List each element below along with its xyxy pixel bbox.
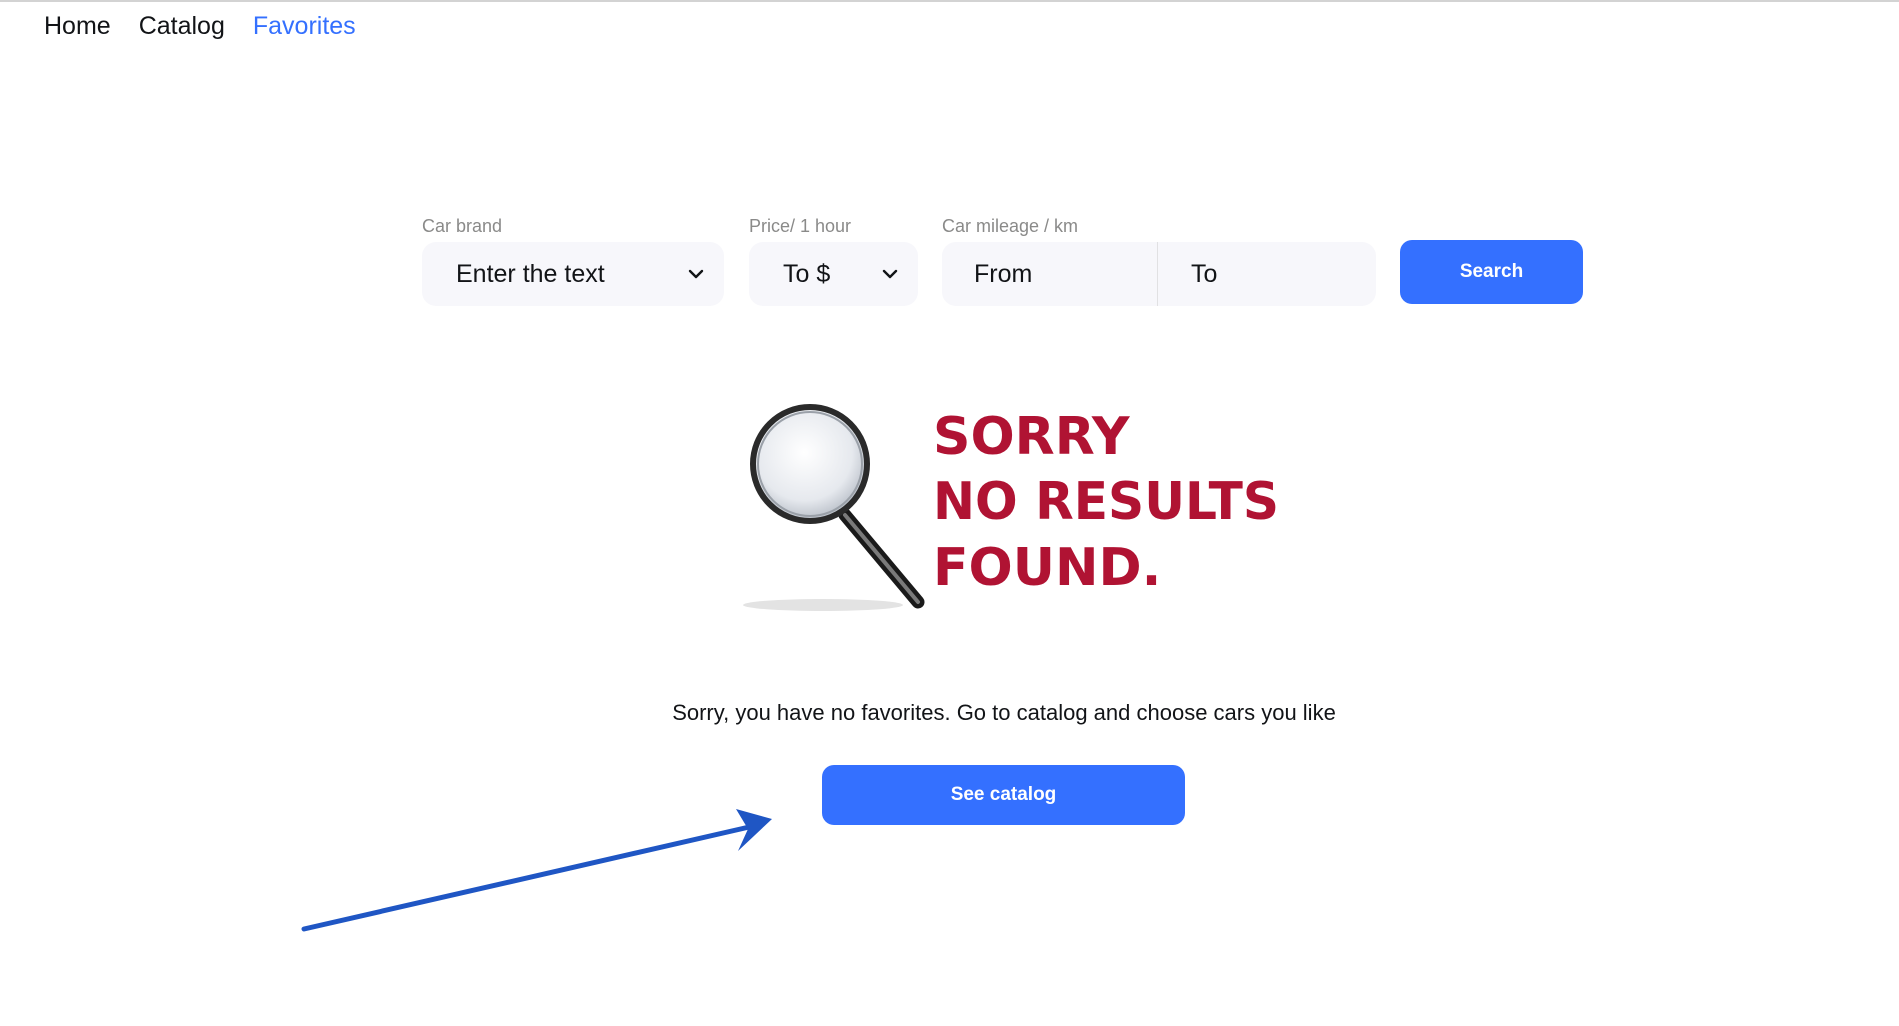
brand-label: Car brand <box>422 216 503 236</box>
mileage-range: From To <box>942 242 1376 306</box>
brand-select[interactable]: Enter the text <box>422 242 724 306</box>
search-button[interactable]: Search <box>1400 240 1583 304</box>
no-results-text: NO RESULTS <box>933 472 1279 532</box>
nav-catalog-link[interactable]: Catalog <box>139 12 225 41</box>
mileage-label: Car mileage / km <box>942 216 1079 236</box>
chevron-down-icon <box>882 269 898 279</box>
arrow-annotation-icon <box>301 809 772 932</box>
top-border <box>0 0 1899 2</box>
see-catalog-button[interactable]: See catalog <box>822 765 1185 825</box>
no-results-image: SORRY NO RESULTS FOUND. <box>743 404 1279 611</box>
brand-select-value: Enter the text <box>456 259 605 288</box>
price-label: Price/ 1 hour <box>749 216 852 236</box>
price-select-value: To $ <box>783 259 831 288</box>
main-nav: Home Catalog Favorites <box>44 12 356 41</box>
nav-home-link[interactable]: Home <box>44 12 111 41</box>
mileage-from-input[interactable]: From <box>942 242 1158 306</box>
empty-message: Sorry, you have no favorites. Go to cata… <box>672 700 1336 725</box>
magnifier-icon <box>743 404 925 611</box>
nav-favorites-link[interactable]: Favorites <box>253 12 356 41</box>
mileage-to-input[interactable]: To <box>1158 242 1376 306</box>
chevron-down-icon <box>688 269 704 279</box>
filter-bar: Car brand Enter the text Price/ 1 hour T… <box>422 216 1583 306</box>
sorry-text: SORRY <box>933 407 1131 467</box>
found-text: FOUND. <box>933 538 1161 598</box>
price-select[interactable]: To $ <box>749 242 918 306</box>
